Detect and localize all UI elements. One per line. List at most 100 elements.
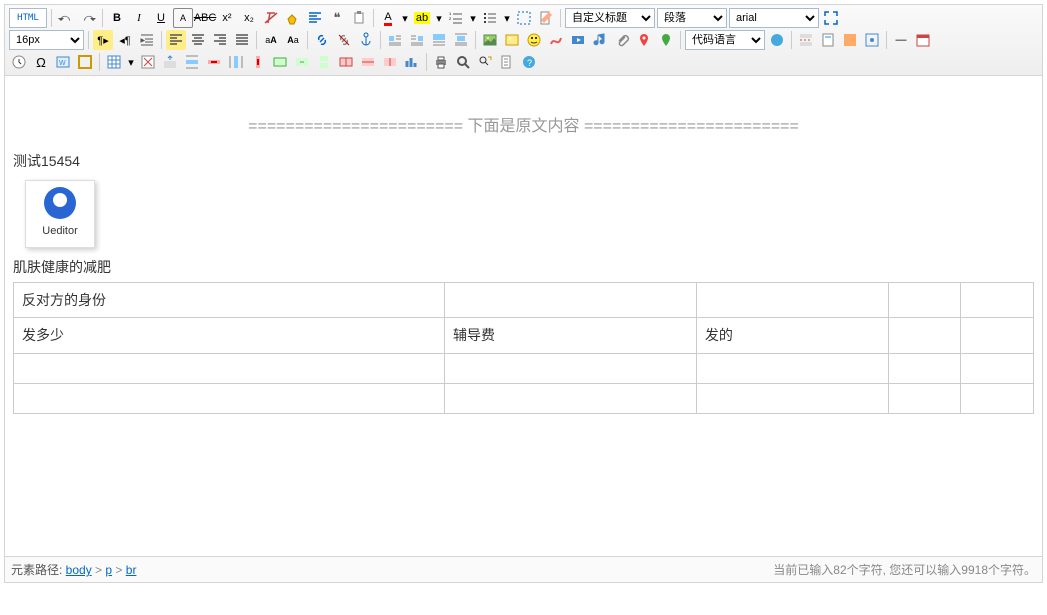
element-path: 元素路径: body > p > br bbox=[11, 561, 136, 578]
simpleupload-icon[interactable] bbox=[502, 30, 522, 50]
fontsize-select[interactable]: 16px bbox=[9, 30, 84, 50]
align-right-icon[interactable] bbox=[210, 30, 230, 50]
snapscreen-icon[interactable] bbox=[862, 30, 882, 50]
webapp-icon[interactable] bbox=[767, 30, 787, 50]
print-icon[interactable] bbox=[431, 52, 451, 72]
link-icon[interactable] bbox=[312, 30, 332, 50]
video-icon[interactable] bbox=[568, 30, 588, 50]
deletecol-icon[interactable] bbox=[248, 52, 268, 72]
music-icon[interactable] bbox=[590, 30, 610, 50]
mergeright-icon[interactable] bbox=[292, 52, 312, 72]
forecolor-icon[interactable]: A bbox=[378, 8, 398, 28]
img-center-icon[interactable] bbox=[451, 30, 471, 50]
searchreplace-icon[interactable] bbox=[475, 52, 495, 72]
path-br[interactable]: br bbox=[126, 563, 137, 577]
mergecells-icon[interactable] bbox=[270, 52, 290, 72]
formatmatch-icon[interactable] bbox=[283, 8, 303, 28]
customstyle-select[interactable]: 自定义标题 bbox=[565, 8, 655, 28]
img-right-icon[interactable] bbox=[407, 30, 427, 50]
hr-icon[interactable]: — bbox=[891, 30, 911, 50]
char-count: 当前已输入82个字符, 您还可以输入9918个字符。 bbox=[773, 561, 1036, 578]
tolowercase-icon[interactable]: Aa bbox=[283, 30, 303, 50]
underline-icon[interactable]: U bbox=[151, 8, 171, 28]
dropdown-icon[interactable]: ▾ bbox=[502, 8, 512, 28]
dropdown-icon[interactable]: ▾ bbox=[400, 8, 410, 28]
selectall-icon[interactable] bbox=[514, 8, 534, 28]
template-icon[interactable] bbox=[818, 30, 838, 50]
deleterow-icon[interactable] bbox=[204, 52, 224, 72]
subscript-icon[interactable]: x₂ bbox=[239, 8, 259, 28]
charts-icon[interactable] bbox=[402, 52, 422, 72]
insertparagraphbefore-icon[interactable] bbox=[160, 52, 180, 72]
dropdown-icon[interactable]: ▾ bbox=[434, 8, 444, 28]
superscript-icon[interactable]: x² bbox=[217, 8, 237, 28]
dir-ltr-icon[interactable]: ¶▸ bbox=[93, 30, 113, 50]
insertcol-icon[interactable] bbox=[226, 52, 246, 72]
dir-rtl-icon[interactable]: ◂¶ bbox=[115, 30, 135, 50]
blockquote-icon[interactable]: ❝ bbox=[327, 8, 347, 28]
insertcode-select[interactable]: 代码语言 bbox=[685, 30, 765, 50]
gmap-icon[interactable] bbox=[656, 30, 676, 50]
spechar-icon[interactable]: Ω bbox=[31, 52, 51, 72]
date-icon[interactable] bbox=[913, 30, 933, 50]
table-icon[interactable] bbox=[104, 52, 124, 72]
drafts-icon[interactable] bbox=[497, 52, 517, 72]
fontfamily-select[interactable]: arial bbox=[729, 8, 819, 28]
removeformat-icon[interactable] bbox=[261, 8, 281, 28]
image-icon[interactable] bbox=[480, 30, 500, 50]
time-icon[interactable] bbox=[9, 52, 29, 72]
fullscreen-icon[interactable] bbox=[821, 8, 841, 28]
insertrow-icon[interactable] bbox=[182, 52, 202, 72]
strike-icon[interactable]: ABC bbox=[195, 8, 215, 28]
preview-icon[interactable] bbox=[453, 52, 473, 72]
pagebreak-icon[interactable] bbox=[796, 30, 816, 50]
svg-text:?: ? bbox=[527, 58, 532, 68]
fontborder-icon[interactable]: A bbox=[173, 8, 193, 28]
ul-icon[interactable] bbox=[480, 8, 500, 28]
toolbar: HTML B I U A ABC x² x₂ ❝ A ▾ ab ▾ 12 ▾ ▾… bbox=[5, 5, 1042, 76]
italic-icon[interactable]: I bbox=[129, 8, 149, 28]
pasteplain-icon[interactable] bbox=[349, 8, 369, 28]
help-icon[interactable]: ? bbox=[519, 52, 539, 72]
backcolor-icon[interactable]: ab bbox=[412, 8, 432, 28]
align-center-icon[interactable] bbox=[188, 30, 208, 50]
paragraph-select[interactable]: 段落 bbox=[657, 8, 727, 28]
content-table[interactable]: 反对方的身份 发多少辅导费发的 bbox=[13, 282, 1034, 414]
image-card[interactable]: Ueditor bbox=[25, 180, 95, 248]
img-none-icon[interactable] bbox=[429, 30, 449, 50]
align-left-icon[interactable] bbox=[166, 30, 186, 50]
bold-icon[interactable]: B bbox=[107, 8, 127, 28]
scrawl-icon[interactable] bbox=[546, 30, 566, 50]
unlink-icon[interactable] bbox=[334, 30, 354, 50]
dropdown-icon[interactable]: ▾ bbox=[126, 52, 136, 72]
frame-icon[interactable] bbox=[75, 52, 95, 72]
splitcols-icon[interactable] bbox=[380, 52, 400, 72]
autotypeset-icon[interactable] bbox=[305, 8, 325, 28]
wordimage-icon[interactable]: W bbox=[53, 52, 73, 72]
path-body[interactable]: body bbox=[66, 563, 92, 577]
map-icon[interactable] bbox=[634, 30, 654, 50]
touppercase-icon[interactable]: aA bbox=[261, 30, 281, 50]
indent-icon[interactable] bbox=[137, 30, 157, 50]
emotion-icon[interactable] bbox=[524, 30, 544, 50]
img-left-icon[interactable] bbox=[385, 30, 405, 50]
dropdown-icon[interactable]: ▾ bbox=[468, 8, 478, 28]
ueditor-logo-icon bbox=[44, 187, 76, 219]
undo-icon[interactable] bbox=[56, 8, 76, 28]
ol-icon[interactable]: 12 bbox=[446, 8, 466, 28]
mergedown-icon[interactable] bbox=[314, 52, 334, 72]
cleardoc-icon[interactable] bbox=[536, 8, 556, 28]
splitcells-icon[interactable] bbox=[336, 52, 356, 72]
redo-icon[interactable] bbox=[78, 8, 98, 28]
ueditor: HTML B I U A ABC x² x₂ ❝ A ▾ ab ▾ 12 ▾ ▾… bbox=[4, 4, 1043, 583]
attachment-icon[interactable] bbox=[612, 30, 632, 50]
source-button[interactable]: HTML bbox=[9, 8, 47, 28]
deletetable-icon[interactable] bbox=[138, 52, 158, 72]
align-justify-icon[interactable] bbox=[232, 30, 252, 50]
editor-content[interactable]: ======================= 下面是原文内容 ========… bbox=[5, 76, 1042, 556]
background-icon[interactable] bbox=[840, 30, 860, 50]
text-line: 测试15454 bbox=[13, 150, 1034, 172]
image-caption: Ueditor bbox=[30, 223, 90, 241]
anchor-icon[interactable] bbox=[356, 30, 376, 50]
splitrows-icon[interactable] bbox=[358, 52, 378, 72]
